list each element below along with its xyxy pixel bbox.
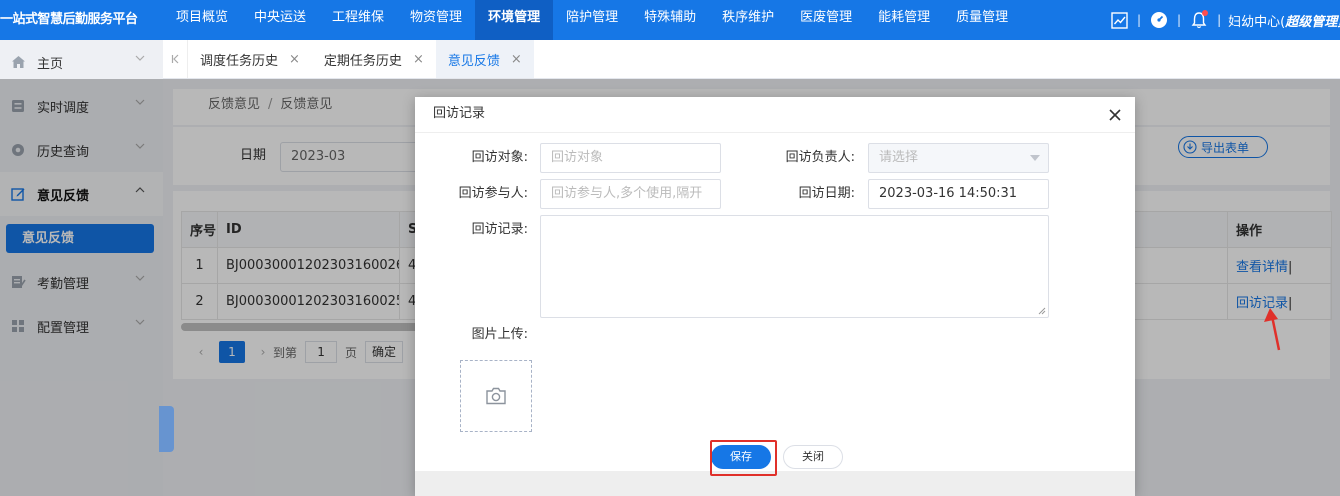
top-bar: 一站式智慧后勤服务平台 项目概览 中央运送 工程维保 物资管理 环境管理 陪护管… bbox=[0, 0, 1340, 40]
chart-line-icon[interactable] bbox=[1108, 9, 1130, 31]
user-name: 妇幼中心( bbox=[1228, 14, 1286, 30]
close-icon[interactable]: × bbox=[511, 52, 522, 67]
user-role: 超级管理员 bbox=[1285, 14, 1340, 30]
owner-label: 回访负责人: bbox=[785, 150, 855, 165]
upload-label: 图片上传: bbox=[471, 327, 528, 342]
dialog-title: 回访记录 bbox=[433, 106, 486, 121]
target-input[interactable]: 回访对象 bbox=[540, 143, 721, 173]
record-textarea[interactable] bbox=[540, 215, 1049, 318]
target-label: 回访对象: bbox=[471, 150, 528, 165]
visit-date-label: 回访日期: bbox=[798, 186, 855, 201]
camera-icon bbox=[485, 387, 507, 405]
nav-item-special-assist[interactable]: 特殊辅助 bbox=[631, 0, 709, 40]
home-icon bbox=[10, 54, 26, 70]
close-icon[interactable]: × bbox=[413, 52, 424, 67]
close-button[interactable]: 关闭 bbox=[783, 445, 843, 469]
nav-item-materials[interactable]: 物资管理 bbox=[397, 0, 475, 40]
sidebar-collapse-handle[interactable] bbox=[159, 406, 174, 452]
separator: | bbox=[1217, 13, 1222, 27]
nav-item-escort[interactable]: 陪护管理 bbox=[553, 0, 631, 40]
separator: | bbox=[1177, 13, 1182, 27]
separator: | bbox=[1137, 13, 1142, 27]
notification-dot bbox=[1202, 10, 1209, 16]
bell-icon[interactable] bbox=[1188, 9, 1210, 31]
resize-grip-icon[interactable] bbox=[1038, 307, 1046, 315]
nav-item-engineering-maintenance[interactable]: 工程维保 bbox=[319, 0, 397, 40]
participants-label: 回访参与人: bbox=[458, 186, 528, 201]
user-menu[interactable]: 妇幼中心(超级管理员 bbox=[1228, 11, 1340, 30]
owner-select-value: 请选择 bbox=[879, 150, 919, 165]
top-right-tools: | | | 妇幼中心(超级管理员 bbox=[1108, 0, 1340, 40]
tab-feedback[interactable]: 意见反馈 × bbox=[435, 40, 534, 78]
nav-item-central-transport[interactable]: 中央运送 bbox=[241, 0, 319, 40]
save-highlight-box bbox=[710, 440, 777, 476]
sidebar-item-label: 主页 bbox=[37, 56, 64, 72]
brand-title: 一站式智慧后勤服务平台 bbox=[0, 12, 138, 27]
participants-input[interactable]: 回访参与人,多个使用,隔开 bbox=[540, 179, 721, 209]
nav-item-order[interactable]: 秩序维护 bbox=[709, 0, 787, 40]
dashboard-icon[interactable] bbox=[1148, 9, 1170, 31]
chevron-down-icon bbox=[135, 55, 145, 61]
close-icon[interactable]: × bbox=[289, 52, 300, 67]
visit-record-dialog: 回访记录 回访对象: 回访对象 回访负责人: 请选择 回访参与人: 回访参与人,… bbox=[415, 97, 1135, 496]
tab-label: 调度任务历史 bbox=[200, 53, 279, 69]
nav-item-quality[interactable]: 质量管理 bbox=[943, 0, 1021, 40]
tab-label: 意见反馈 bbox=[447, 53, 500, 69]
tab-label: 定期任务历史 bbox=[323, 53, 402, 69]
tab-periodic-history[interactable]: 定期任务历史 × bbox=[312, 40, 436, 78]
record-label: 回访记录: bbox=[471, 222, 528, 237]
close-icon[interactable] bbox=[1107, 107, 1123, 123]
tab-scroll-first-icon[interactable] bbox=[163, 40, 188, 78]
visit-date-input[interactable]: 2023-03-16 14:50:31 bbox=[868, 179, 1049, 209]
tabs-bar: 调度任务历史 × 定期任务历史 × 意见反馈 × bbox=[163, 40, 1340, 79]
caret-down-icon bbox=[1030, 155, 1040, 161]
nav-item-environment[interactable]: 环境管理 bbox=[475, 0, 554, 40]
sidebar-item-home[interactable]: 主页 bbox=[0, 40, 163, 84]
image-upload-box[interactable] bbox=[460, 360, 532, 432]
tab-dispatch-history[interactable]: 调度任务历史 × bbox=[188, 40, 312, 78]
owner-select[interactable]: 请选择 bbox=[868, 143, 1049, 173]
top-nav: 项目概览 中央运送 工程维保 物资管理 环境管理 陪护管理 特殊辅助 秩序维护 … bbox=[163, 0, 1021, 40]
dialog-header: 回访记录 bbox=[415, 97, 1135, 133]
nav-item-medical-waste[interactable]: 医废管理 bbox=[787, 0, 865, 40]
nav-item-project-overview[interactable]: 项目概览 bbox=[163, 0, 241, 40]
annotation-arrow-icon bbox=[1260, 306, 1284, 352]
nav-item-energy[interactable]: 能耗管理 bbox=[865, 0, 943, 40]
